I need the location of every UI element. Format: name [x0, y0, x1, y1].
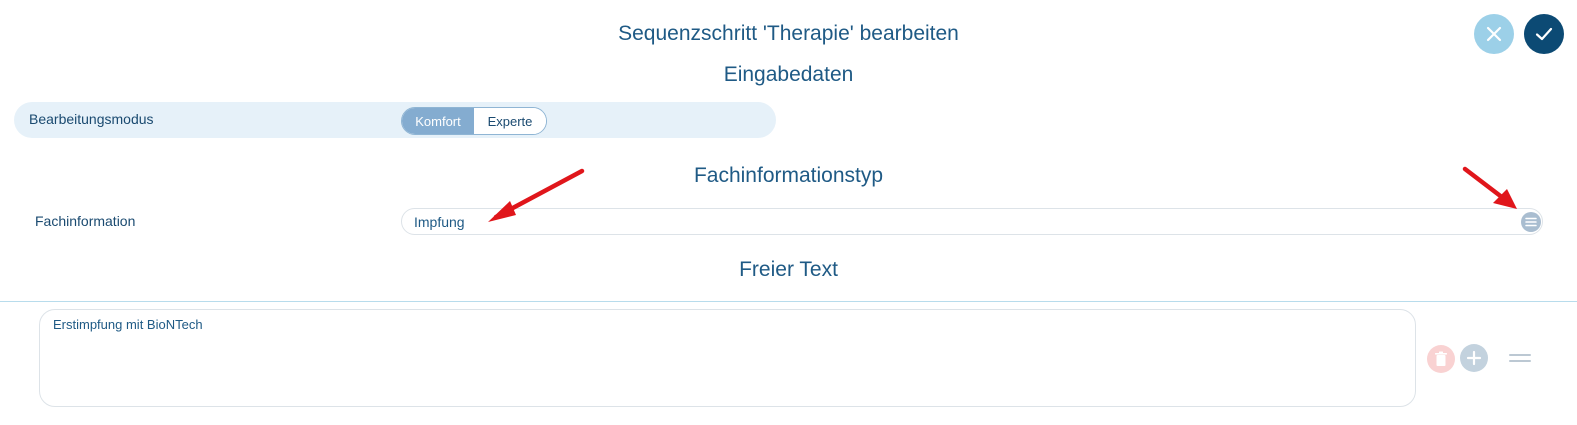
drag-handle-icon[interactable] [1509, 352, 1531, 364]
free-text-area[interactable] [39, 309, 1416, 407]
mode-option-komfort[interactable]: Komfort [402, 108, 474, 134]
mode-option-experte[interactable]: Experte [474, 108, 546, 134]
confirm-button[interactable] [1524, 14, 1564, 54]
plus-icon [1466, 350, 1482, 366]
trash-icon [1435, 351, 1447, 366]
add-button[interactable] [1460, 344, 1488, 372]
list-icon [1525, 217, 1537, 227]
section-heading-input-data: Eingabedaten [723, 63, 854, 86]
free-text-value: Erstimpfung mit BioNTech [53, 317, 203, 332]
close-icon [1486, 26, 1502, 42]
fachinformation-label: Fachinformation [35, 213, 136, 229]
section-heading-free-text: Freier Text [739, 258, 838, 281]
cancel-button[interactable] [1474, 14, 1514, 54]
delete-button[interactable] [1427, 345, 1455, 373]
section-divider [0, 301, 1577, 302]
mode-toggle: Komfort Experte [401, 107, 547, 135]
fachinformation-menu-button[interactable] [1521, 212, 1541, 232]
section-heading-info-type: Fachinformationstyp [693, 164, 884, 187]
dialog-title: Sequenzschritt 'Therapie' bearbeiten [618, 22, 959, 45]
fachinformation-field[interactable] [401, 208, 1543, 235]
check-icon [1535, 27, 1553, 41]
mode-label: Bearbeitungsmodus [29, 111, 154, 127]
fachinformation-value: Impfung [414, 214, 465, 230]
